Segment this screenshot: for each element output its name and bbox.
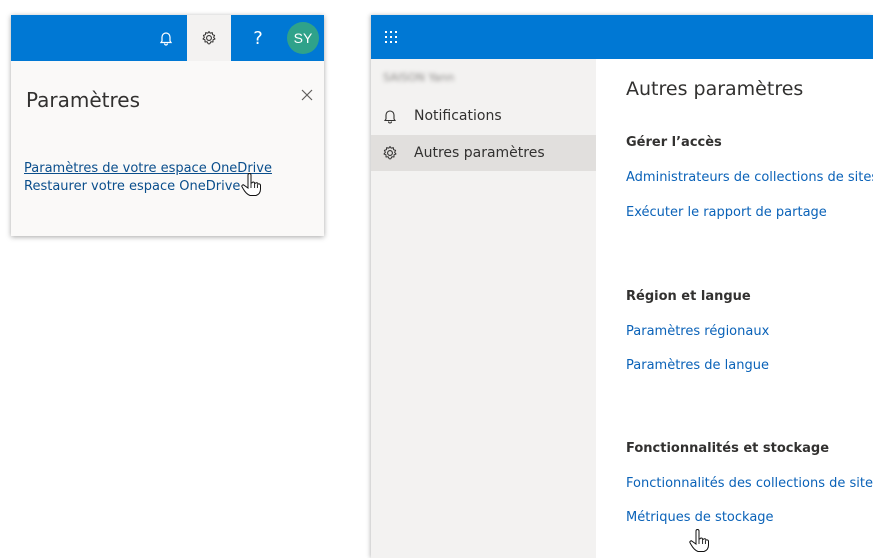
close-icon	[301, 89, 313, 101]
sharing-report-link[interactable]: Exécuter le rapport de partage	[626, 205, 827, 220]
settings-sidebar: SAISON Yann Notifications Autres paramèt…	[371, 59, 596, 558]
user-name: SAISON Yann	[383, 71, 455, 84]
close-button[interactable]	[297, 85, 317, 105]
sidebar-item-label: Notifications	[414, 108, 502, 124]
sidebar-item-notifications[interactable]: Notifications	[371, 98, 596, 134]
hand-cursor-icon	[241, 173, 261, 196]
section-title-features-storage: Fonctionnalités et stockage	[626, 441, 830, 456]
page-title: Autres paramètres	[626, 78, 804, 100]
gear-icon	[382, 145, 398, 161]
language-settings-link[interactable]: Paramètres de langue	[626, 358, 769, 373]
app-launcher-button[interactable]	[383, 29, 399, 45]
storage-metrics-link[interactable]: Métriques de stockage	[626, 510, 774, 525]
help-button[interactable]: ?	[236, 15, 280, 61]
settings-page: SAISON Yann Notifications Autres paramèt…	[371, 15, 873, 558]
panel-title: Paramètres	[26, 88, 141, 112]
user-avatar[interactable]: SY	[287, 22, 319, 54]
waffle-icon	[385, 31, 397, 43]
avatar-initials: SY	[293, 30, 313, 46]
settings-button[interactable]	[187, 15, 231, 61]
sidebar-item-label: Autres paramètres	[414, 145, 545, 161]
section-title-manage-access: Gérer l’accès	[626, 135, 722, 150]
app-header-bar	[371, 15, 873, 59]
onedrive-settings-link[interactable]: Paramètres de votre espace OneDrive	[24, 161, 272, 176]
bell-icon	[382, 108, 398, 124]
gear-icon	[202, 31, 216, 45]
notifications-button[interactable]	[144, 15, 188, 61]
settings-flyout: ? SY Paramètres Paramètres de votre espa…	[11, 15, 324, 236]
bell-icon	[159, 32, 173, 46]
suite-header-bar: ? SY	[11, 15, 324, 61]
section-title-region-language: Région et langue	[626, 289, 751, 304]
sidebar-item-other-settings[interactable]: Autres paramètres	[371, 135, 596, 171]
site-collection-admins-link[interactable]: Administrateurs de collections de sites	[626, 170, 873, 185]
help-icon: ?	[253, 27, 263, 49]
restore-onedrive-link[interactable]: Restaurer votre espace OneDrive	[24, 179, 240, 194]
regional-settings-link[interactable]: Paramètres régionaux	[626, 324, 769, 339]
hand-cursor-icon	[689, 529, 709, 552]
site-collection-features-link[interactable]: Fonctionnalités des collections de sites	[626, 476, 873, 491]
